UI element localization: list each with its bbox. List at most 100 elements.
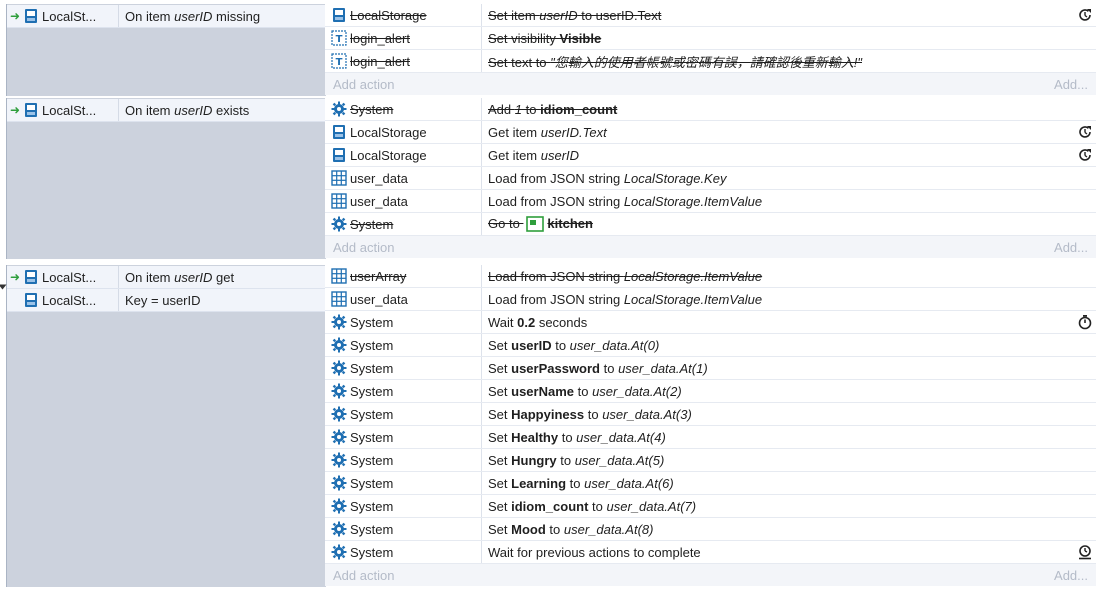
refresh-icon <box>1077 7 1093 23</box>
condition-row[interactable]: ➜ LocalSt... On item userID missing <box>7 5 326 28</box>
action-row[interactable]: System Wait for previous actions to compl… <box>325 541 1096 564</box>
condition-object[interactable]: LocalSt... <box>23 266 119 288</box>
action-object[interactable]: System <box>325 311 482 333</box>
action-text[interactable]: Add 1 to idiom_count <box>482 102 1074 117</box>
condition-row[interactable]: LocalSt... Key = userID <box>7 289 326 312</box>
add-action-row[interactable]: Add action Add... <box>325 564 1096 586</box>
action-text[interactable]: Set Hungry to user_data.At(5) <box>482 453 1074 468</box>
action-object[interactable]: LocalStorage <box>325 121 482 143</box>
action-row[interactable]: System Set userName to user_data.At(2) <box>325 380 1096 403</box>
action-object[interactable]: System <box>325 403 482 425</box>
gear-icon <box>331 521 347 537</box>
action-row[interactable]: LocalStorage Set item userID to userID.Te… <box>325 4 1096 27</box>
condition-text[interactable]: Key = userID <box>119 293 201 308</box>
action-text-part: Get item <box>488 147 541 163</box>
action-object[interactable]: System <box>325 426 482 448</box>
action-text[interactable]: Set visibility Visible <box>482 31 1074 46</box>
actions-panel: System Add 1 to idiom_count LocalStorage Ge… <box>325 98 1096 259</box>
action-row[interactable]: Tlogin_alert Set text to "您輸入的使用者帳號或密碼有誤，… <box>325 50 1096 73</box>
action-object[interactable]: user_data <box>325 190 482 212</box>
gear-icon <box>331 383 347 399</box>
action-object[interactable]: user_data <box>325 167 482 189</box>
action-object[interactable]: System <box>325 472 482 494</box>
add-action-row[interactable]: Add action Add... <box>325 236 1096 258</box>
action-text[interactable]: Load from JSON string LocalStorage.ItemV… <box>482 269 1074 284</box>
action-row[interactable]: System Set Happyiness to user_data.At(3) <box>325 403 1096 426</box>
action-object[interactable]: System <box>325 380 482 402</box>
condition-text[interactable]: On item userID exists <box>119 103 249 118</box>
collapse-marker[interactable] <box>0 284 7 290</box>
action-object[interactable]: System <box>325 495 482 517</box>
action-row[interactable]: user_data Load from JSON string LocalStor… <box>325 190 1096 213</box>
gear-icon <box>331 216 347 232</box>
action-text[interactable]: Get item userID.Text <box>482 125 1074 140</box>
action-text[interactable]: Set Learning to user_data.At(6) <box>482 476 1074 491</box>
conditions-panel[interactable]: ➜ LocalSt... On item userID missing <box>6 4 326 96</box>
action-object[interactable]: System <box>325 541 482 563</box>
action-text[interactable]: Load from JSON string LocalStorage.ItemV… <box>482 292 1074 307</box>
action-row[interactable]: System Set Learning to user_data.At(6) <box>325 472 1096 495</box>
action-text[interactable]: Set Healthy to user_data.At(4) <box>482 430 1074 445</box>
action-row[interactable]: Tlogin_alert Set visibility Visible <box>325 27 1096 50</box>
action-object[interactable]: System <box>325 357 482 379</box>
action-object[interactable]: Tlogin_alert <box>325 27 482 49</box>
action-row[interactable]: System Set Hungry to user_data.At(5) <box>325 449 1096 472</box>
event-block: ➜ LocalSt... On item userID get LocalSt... K… <box>0 265 1097 587</box>
action-object-label: System <box>350 101 394 117</box>
action-row[interactable]: System Set userID to user_data.At(0) <box>325 334 1096 357</box>
action-text-part: to userID.Text <box>577 7 662 23</box>
action-object[interactable]: System <box>325 98 482 120</box>
condition-text[interactable]: On item userID get <box>119 270 234 285</box>
action-row[interactable]: System Go to kitchen <box>325 213 1096 236</box>
condition-text[interactable]: On item userID missing <box>119 9 260 24</box>
action-param: userPassword <box>511 360 600 376</box>
action-object[interactable]: System <box>325 518 482 540</box>
action-row[interactable]: System Wait 0.2 seconds <box>325 311 1096 334</box>
add-more-link: Add... <box>1054 567 1088 583</box>
action-row[interactable]: userArray Load from JSON string LocalStor… <box>325 265 1096 288</box>
conditions-panel[interactable]: ➜ LocalSt... On item userID get LocalSt... K… <box>6 265 326 587</box>
action-text[interactable]: Wait for previous actions to complete <box>482 545 1074 560</box>
action-row[interactable]: System Set Healthy to user_data.At(4) <box>325 426 1096 449</box>
condition-row[interactable]: ➜ LocalSt... On item userID exists <box>7 99 326 122</box>
action-object[interactable]: LocalStorage <box>325 4 482 26</box>
action-row[interactable]: System Set idiom_count to user_data.At(7) <box>325 495 1096 518</box>
action-object[interactable]: System <box>325 213 482 235</box>
conditions-panel[interactable]: ➜ LocalSt... On item userID exists <box>6 98 326 259</box>
action-text[interactable]: Load from JSON string LocalStorage.ItemV… <box>482 194 1074 209</box>
action-text[interactable]: Load from JSON string LocalStorage.Key <box>482 171 1074 186</box>
condition-object[interactable]: LocalSt... <box>23 289 119 311</box>
action-row[interactable]: LocalStorage Get item userID <box>325 144 1096 167</box>
action-text[interactable]: Set text to "您輸入的使用者帳號或密碼有誤，請確認後重新輸入!" <box>482 52 1074 71</box>
action-object[interactable]: Tlogin_alert <box>325 50 482 72</box>
condition-object[interactable]: LocalSt... <box>23 5 119 27</box>
action-text[interactable]: Set idiom_count to user_data.At(7) <box>482 499 1074 514</box>
condition-row[interactable]: ➜ LocalSt... On item userID get <box>7 266 326 289</box>
action-text[interactable]: Set userPassword to user_data.At(1) <box>482 361 1074 376</box>
action-text[interactable]: Set Mood to user_data.At(8) <box>482 522 1074 537</box>
action-object-label: user_data <box>350 193 408 209</box>
action-text[interactable]: Set userName to user_data.At(2) <box>482 384 1074 399</box>
action-row[interactable]: LocalStorage Get item userID.Text <box>325 121 1096 144</box>
action-row[interactable]: user_data Load from JSON string LocalStor… <box>325 288 1096 311</box>
timer-icon <box>1077 314 1093 330</box>
action-text[interactable]: Wait 0.2 seconds <box>482 315 1074 330</box>
action-object[interactable]: LocalStorage <box>325 144 482 166</box>
add-action-row[interactable]: Add action Add... <box>325 73 1096 95</box>
action-object[interactable]: System <box>325 449 482 471</box>
action-text[interactable]: Set userID to user_data.At(0) <box>482 338 1074 353</box>
action-text[interactable]: Get item userID <box>482 148 1074 163</box>
condition-object-label: LocalSt... <box>42 8 97 24</box>
action-object[interactable]: System <box>325 334 482 356</box>
action-text[interactable]: Set Happyiness to user_data.At(3) <box>482 407 1074 422</box>
action-row[interactable]: System Set userPassword to user_data.At(1… <box>325 357 1096 380</box>
action-text[interactable]: Set item userID to userID.Text <box>482 8 1074 23</box>
action-row[interactable]: user_data Load from JSON string LocalStor… <box>325 167 1096 190</box>
action-row[interactable]: System Add 1 to idiom_count <box>325 98 1096 121</box>
trailing-indicator <box>1074 544 1096 560</box>
action-object[interactable]: user_data <box>325 288 482 310</box>
action-object[interactable]: userArray <box>325 265 482 287</box>
condition-object[interactable]: LocalSt... <box>23 99 119 121</box>
action-row[interactable]: System Set Mood to user_data.At(8) <box>325 518 1096 541</box>
action-text[interactable]: Go to kitchen <box>482 216 1074 233</box>
